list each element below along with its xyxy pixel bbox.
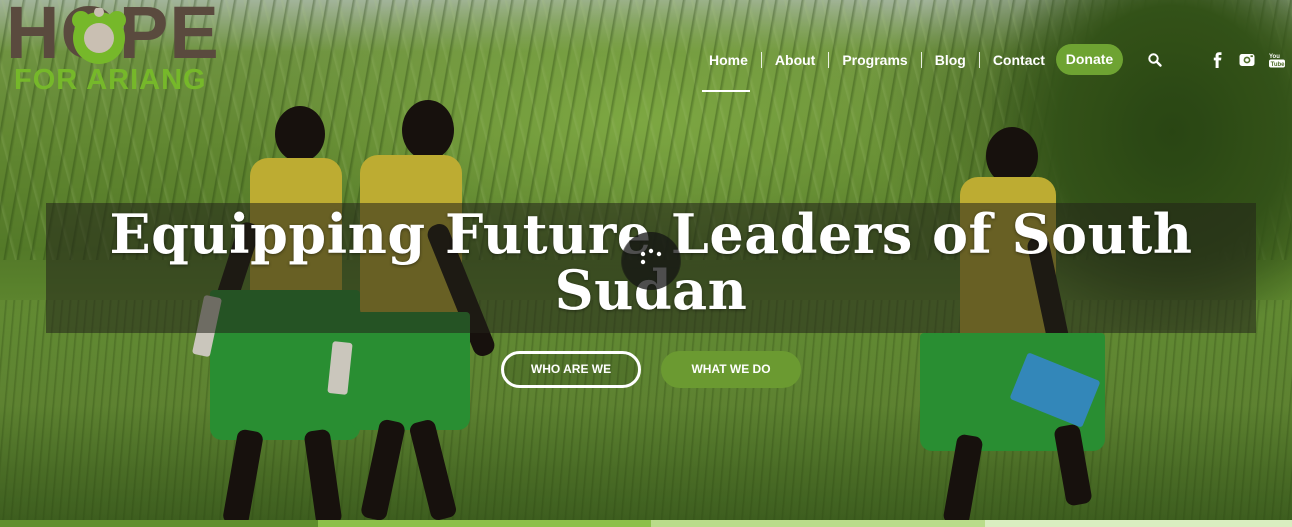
- donate-button[interactable]: Donate: [1056, 44, 1123, 75]
- instagram-icon[interactable]: [1238, 51, 1256, 69]
- svg-text:You: You: [1269, 54, 1280, 60]
- logo-subtitle: FOR ARIANG: [14, 64, 207, 96]
- loading-spinner-icon: [621, 232, 681, 290]
- nav-contact[interactable]: Contact: [980, 52, 1058, 68]
- logo-people-icon: [72, 8, 126, 64]
- color-strip-3: [651, 520, 985, 527]
- nav-about[interactable]: About: [762, 52, 830, 68]
- color-strip-4: [985, 520, 1292, 527]
- color-strip-1: [0, 520, 318, 527]
- nav-programs[interactable]: Programs: [829, 52, 922, 68]
- svg-text:Tube: Tube: [1271, 62, 1286, 68]
- nav-home[interactable]: Home: [696, 52, 762, 68]
- nav-active-indicator: [702, 90, 750, 92]
- facebook-icon[interactable]: [1209, 51, 1227, 69]
- who-are-we-button[interactable]: WHO ARE WE: [501, 351, 641, 388]
- nav-blog[interactable]: Blog: [922, 52, 980, 68]
- search-icon[interactable]: [1147, 52, 1163, 68]
- what-we-do-button[interactable]: WHAT WE DO: [661, 351, 801, 388]
- color-strip-2: [318, 520, 651, 527]
- main-nav: Home About Programs Blog Contact: [696, 44, 1058, 76]
- youtube-icon[interactable]: You Tube: [1268, 51, 1286, 69]
- site-logo[interactable]: HOPE FOR ARIANG: [6, 0, 251, 102]
